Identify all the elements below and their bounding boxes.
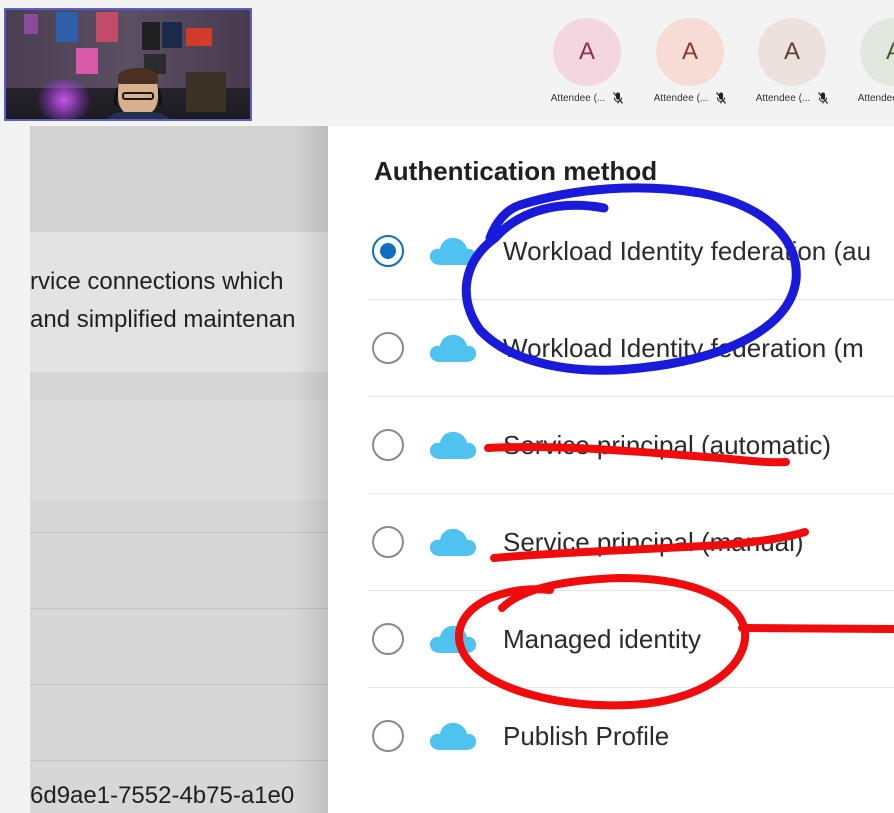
attendee-label-row: Attendee (... xyxy=(537,92,637,104)
meeting-stage: A Attendee (... A Attendee (... A Attendee (.… xyxy=(0,0,894,126)
attendee-tile[interactable]: A Attendee (... xyxy=(844,18,894,104)
auth-option-label: Workload Identity federation (m xyxy=(503,333,864,363)
info-text-line-1: rvice connections which xyxy=(30,268,284,295)
attendee-name: Attendee (... xyxy=(857,92,894,104)
azure-cloud-icon xyxy=(429,722,477,750)
participant-glasses xyxy=(122,92,154,100)
attendee-avatar: A xyxy=(758,18,826,86)
info-banner xyxy=(30,232,328,372)
divider xyxy=(30,684,328,685)
panel-shadow xyxy=(294,126,328,813)
page-band xyxy=(30,372,328,400)
azure-cloud-icon xyxy=(429,334,477,362)
divider xyxy=(30,760,328,761)
attendee-name: Attendee (... xyxy=(653,92,709,104)
participant-body xyxy=(102,112,174,119)
participant-hair xyxy=(118,68,158,84)
auth-option-label: Publish Profile xyxy=(503,721,670,751)
wall-poster xyxy=(186,28,212,46)
page-band xyxy=(30,500,328,813)
radio-button[interactable] xyxy=(372,720,404,752)
azure-cloud-icon xyxy=(429,528,477,556)
radio-button[interactable] xyxy=(372,526,404,558)
auth-option[interactable]: Service principal (automatic) xyxy=(368,397,894,494)
auth-option[interactable]: Service principal (manual) xyxy=(368,494,894,591)
attendee-name: Attendee (... xyxy=(755,92,811,104)
wall-poster xyxy=(96,12,118,42)
wall-poster xyxy=(24,14,38,34)
auth-option[interactable]: Managed identity xyxy=(368,591,894,688)
attendee-avatar: A xyxy=(656,18,724,86)
wall-poster xyxy=(162,22,182,48)
azure-cloud-icon xyxy=(429,237,477,265)
attendee-tile[interactable]: A Attendee (... xyxy=(537,18,637,104)
self-video-tile[interactable] xyxy=(4,8,252,121)
attendee-name: Attendee (... xyxy=(550,92,606,104)
auth-option[interactable]: Publish Profile xyxy=(368,688,894,785)
radio-button[interactable] xyxy=(372,235,404,267)
page-band xyxy=(30,400,328,500)
mic-off-icon xyxy=(716,92,727,104)
wall-poster xyxy=(56,12,78,42)
info-text-line-2: and simplified maintenan xyxy=(30,306,296,333)
azure-cloud-icon xyxy=(429,625,477,653)
auth-option-label: Managed identity xyxy=(503,624,702,654)
radio-button[interactable] xyxy=(372,332,404,364)
background-page: rvice connections which and simplified m… xyxy=(30,126,328,813)
attendee-label-row: Attendee (... xyxy=(640,92,740,104)
auth-option-label: Workload Identity federation (au xyxy=(503,236,872,266)
auth-option-label: Service principal (automatic) xyxy=(503,430,832,460)
mic-off-icon xyxy=(818,92,829,104)
page-band xyxy=(30,126,328,232)
auth-option-label: Service principal (manual) xyxy=(503,527,804,557)
divider xyxy=(30,608,328,609)
attendee-label-row: Attendee (... xyxy=(844,92,894,104)
wall-poster xyxy=(142,22,160,50)
divider xyxy=(30,532,328,533)
auth-method-panel: Authentication method Workload Identity … xyxy=(328,126,894,813)
ambient-light xyxy=(34,80,94,119)
auth-option[interactable]: Workload Identity federation (au xyxy=(368,203,894,300)
attendee-avatar: A xyxy=(860,18,894,86)
auth-method-title: Authentication method xyxy=(374,156,658,186)
azure-cloud-icon xyxy=(429,431,477,459)
attendee-tile[interactable]: A Attendee (... xyxy=(640,18,740,104)
subscription-id: 6d9ae1-7552-4b75-a1e0 xyxy=(30,782,295,809)
desk-shelf xyxy=(186,72,226,112)
auth-option[interactable]: Workload Identity federation (m xyxy=(368,300,894,397)
radio-button[interactable] xyxy=(372,429,404,461)
attendee-tile[interactable]: A Attendee (... xyxy=(742,18,842,104)
attendee-label-row: Attendee (... xyxy=(742,92,842,104)
wall-poster xyxy=(76,48,98,74)
radio-button[interactable] xyxy=(372,623,404,655)
mic-off-icon xyxy=(613,92,624,104)
attendee-avatar: A xyxy=(553,18,621,86)
